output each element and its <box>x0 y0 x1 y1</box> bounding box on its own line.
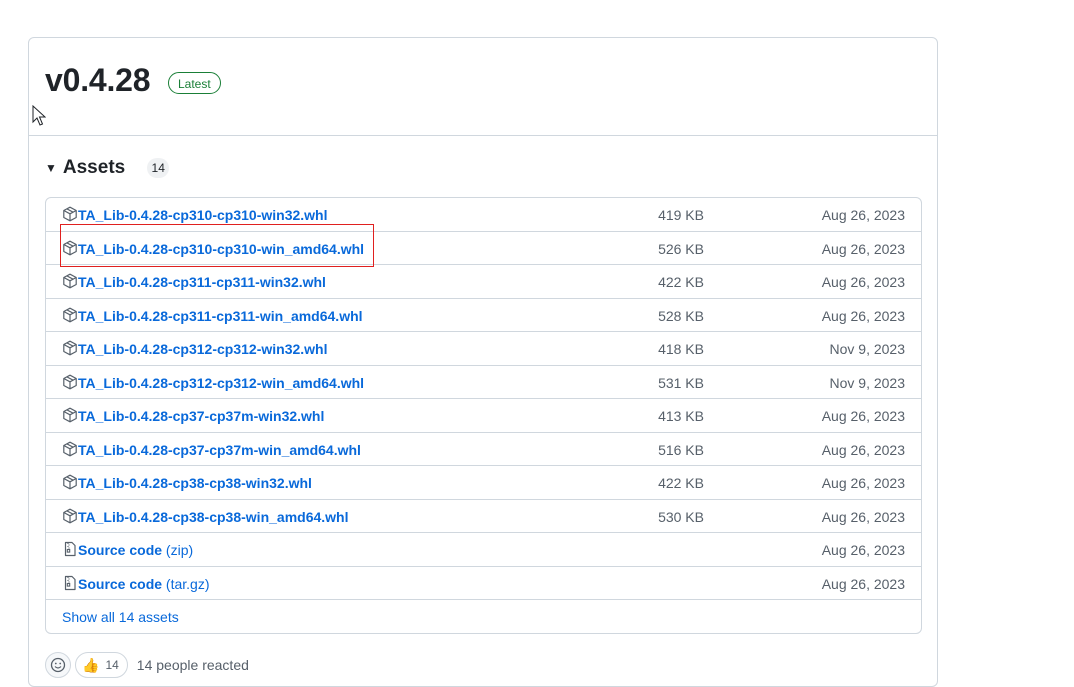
asset-list: TA_Lib-0.4.28-cp310-cp310-win32.whl 419 K… <box>45 197 922 634</box>
asset-date: Aug 26, 2023 <box>821 408 905 424</box>
file-zip-icon <box>62 541 78 557</box>
asset-link[interactable]: TA_Lib-0.4.28-cp37-cp37m-win_amd64.whl <box>78 441 361 459</box>
thumbs-up-icon: 👍 <box>82 656 100 673</box>
package-icon <box>62 441 78 457</box>
source-code-link[interactable]: Source code (tar.gz) <box>78 575 210 593</box>
asset-date: Aug 26, 2023 <box>821 575 905 592</box>
asset-row: TA_Lib-0.4.28-cp38-cp38-win32.whl 422 KB A… <box>46 466 921 500</box>
smiley-icon <box>50 657 66 673</box>
asset-row: TA_Lib-0.4.28-cp310-cp310-win_amd64.whl 5… <box>46 232 921 265</box>
release-header: v0.4.28 Latest <box>29 38 937 136</box>
asset-link[interactable]: TA_Lib-0.4.28-cp38-cp38-win_amd64.whl <box>78 508 349 526</box>
assets-toggle[interactable]: ▼ Assets 14 <box>45 155 170 181</box>
asset-date: Aug 26, 2023 <box>821 207 905 223</box>
asset-row: TA_Lib-0.4.28-cp38-cp38-win_amd64.whl 530… <box>46 500 921 533</box>
asset-row: TA_Lib-0.4.28-cp312-cp312-win32.whl 418 K… <box>46 332 921 366</box>
thumbs-up-reaction-button[interactable]: 👍 14 <box>75 652 128 678</box>
asset-row: TA_Lib-0.4.28-cp37-cp37m-win32.whl 413 KB… <box>46 399 921 433</box>
asset-size: 422 KB <box>658 475 704 491</box>
asset-size: 526 KB <box>658 240 704 257</box>
package-icon <box>62 206 78 222</box>
asset-size: 531 KB <box>658 374 704 391</box>
asset-link[interactable]: TA_Lib-0.4.28-cp310-cp310-win_amd64.whl <box>78 240 364 258</box>
package-icon <box>62 340 78 356</box>
asset-date: Aug 26, 2023 <box>821 475 905 491</box>
asset-date: Nov 9, 2023 <box>829 341 906 357</box>
asset-date: Aug 26, 2023 <box>821 508 905 525</box>
package-icon <box>62 240 78 256</box>
reactions-summary: 14 people reacted <box>136 657 249 673</box>
asset-size: 516 KB <box>658 441 704 458</box>
reactions-bar: 👍 14 14 people reacted <box>45 652 249 678</box>
asset-size: 418 KB <box>658 341 704 357</box>
package-icon <box>62 273 78 289</box>
assets-heading: Assets <box>62 157 126 178</box>
asset-link[interactable]: TA_Lib-0.4.28-cp311-cp311-win32.whl <box>78 273 326 291</box>
source-code-format: (zip) <box>165 542 194 558</box>
asset-link[interactable]: TA_Lib-0.4.28-cp37-cp37m-win32.whl <box>78 407 324 425</box>
thumbs-up-count: 14 <box>105 658 119 672</box>
source-code-row: Source code (tar.gz) Aug 26, 2023 <box>46 567 921 600</box>
package-icon <box>62 307 78 323</box>
source-code-link[interactable]: Source code (zip) <box>78 541 193 559</box>
asset-link[interactable]: TA_Lib-0.4.28-cp312-cp312-win_amd64.whl <box>78 374 364 392</box>
assets-count-badge: 14 <box>147 158 170 178</box>
package-icon <box>62 374 78 390</box>
source-code-format: (tar.gz) <box>165 575 210 592</box>
asset-link[interactable]: TA_Lib-0.4.28-cp310-cp310-win32.whl <box>78 206 328 224</box>
show-all-assets-link[interactable]: Show all 14 assets <box>62 608 179 626</box>
asset-row: TA_Lib-0.4.28-cp310-cp310-win32.whl 419 K… <box>46 198 921 232</box>
asset-link[interactable]: TA_Lib-0.4.28-cp312-cp312-win32.whl <box>78 340 328 358</box>
asset-size: 530 KB <box>658 508 704 525</box>
package-icon <box>62 407 78 423</box>
file-zip-icon <box>62 575 78 591</box>
show-all-row: Show all 14 assets <box>46 600 921 633</box>
asset-row: TA_Lib-0.4.28-cp312-cp312-win_amd64.whl 5… <box>46 366 921 399</box>
asset-size: 413 KB <box>658 408 704 424</box>
asset-date: Nov 9, 2023 <box>829 374 906 391</box>
asset-date: Aug 26, 2023 <box>821 274 905 290</box>
asset-date: Aug 26, 2023 <box>821 542 905 558</box>
latest-badge: Latest <box>168 72 221 94</box>
asset-row: TA_Lib-0.4.28-cp311-cp311-win_amd64.whl 5… <box>46 299 921 332</box>
release-title[interactable]: v0.4.28 <box>45 58 151 102</box>
add-reaction-button[interactable] <box>45 652 71 678</box>
caret-down-icon: ▼ <box>45 161 57 175</box>
asset-row: TA_Lib-0.4.28-cp37-cp37m-win_amd64.whl 51… <box>46 433 921 466</box>
asset-row: TA_Lib-0.4.28-cp311-cp311-win32.whl 422 K… <box>46 265 921 299</box>
asset-link[interactable]: TA_Lib-0.4.28-cp311-cp311-win_amd64.whl <box>78 307 363 325</box>
asset-date: Aug 26, 2023 <box>821 240 905 257</box>
package-icon <box>62 474 78 490</box>
asset-size: 422 KB <box>658 274 704 290</box>
asset-link[interactable]: TA_Lib-0.4.28-cp38-cp38-win32.whl <box>78 474 312 492</box>
asset-date: Aug 26, 2023 <box>821 441 905 458</box>
source-code-label: Source code <box>78 575 163 592</box>
source-code-label: Source code <box>78 542 163 558</box>
package-icon <box>62 508 78 524</box>
asset-date: Aug 26, 2023 <box>821 307 905 324</box>
asset-size: 419 KB <box>658 207 704 223</box>
source-code-row: Source code (zip) Aug 26, 2023 <box>46 533 921 567</box>
asset-size: 528 KB <box>658 307 704 324</box>
